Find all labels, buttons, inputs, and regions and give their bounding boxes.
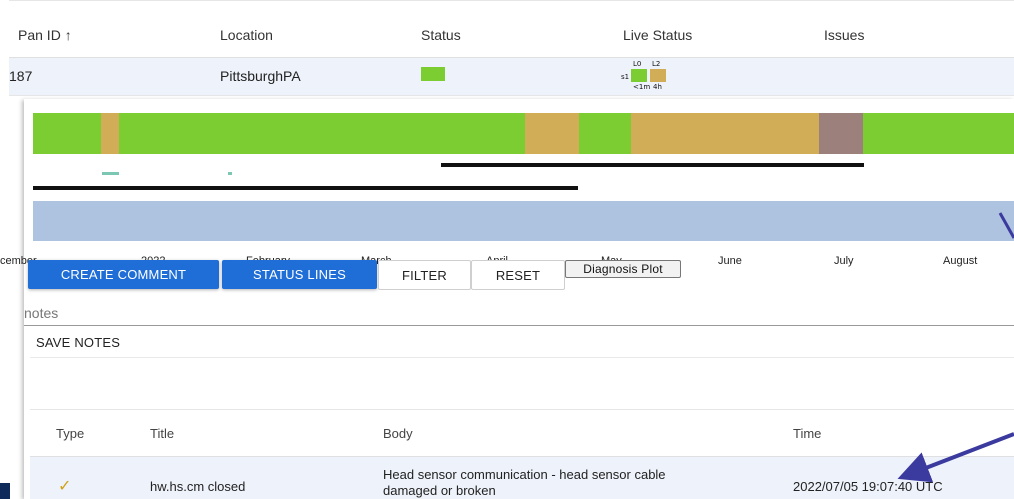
edge-marker xyxy=(0,483,10,499)
annotation-arrow xyxy=(998,212,1014,239)
annotation-arrow xyxy=(897,432,1014,483)
annotation-overlay xyxy=(897,212,1014,483)
